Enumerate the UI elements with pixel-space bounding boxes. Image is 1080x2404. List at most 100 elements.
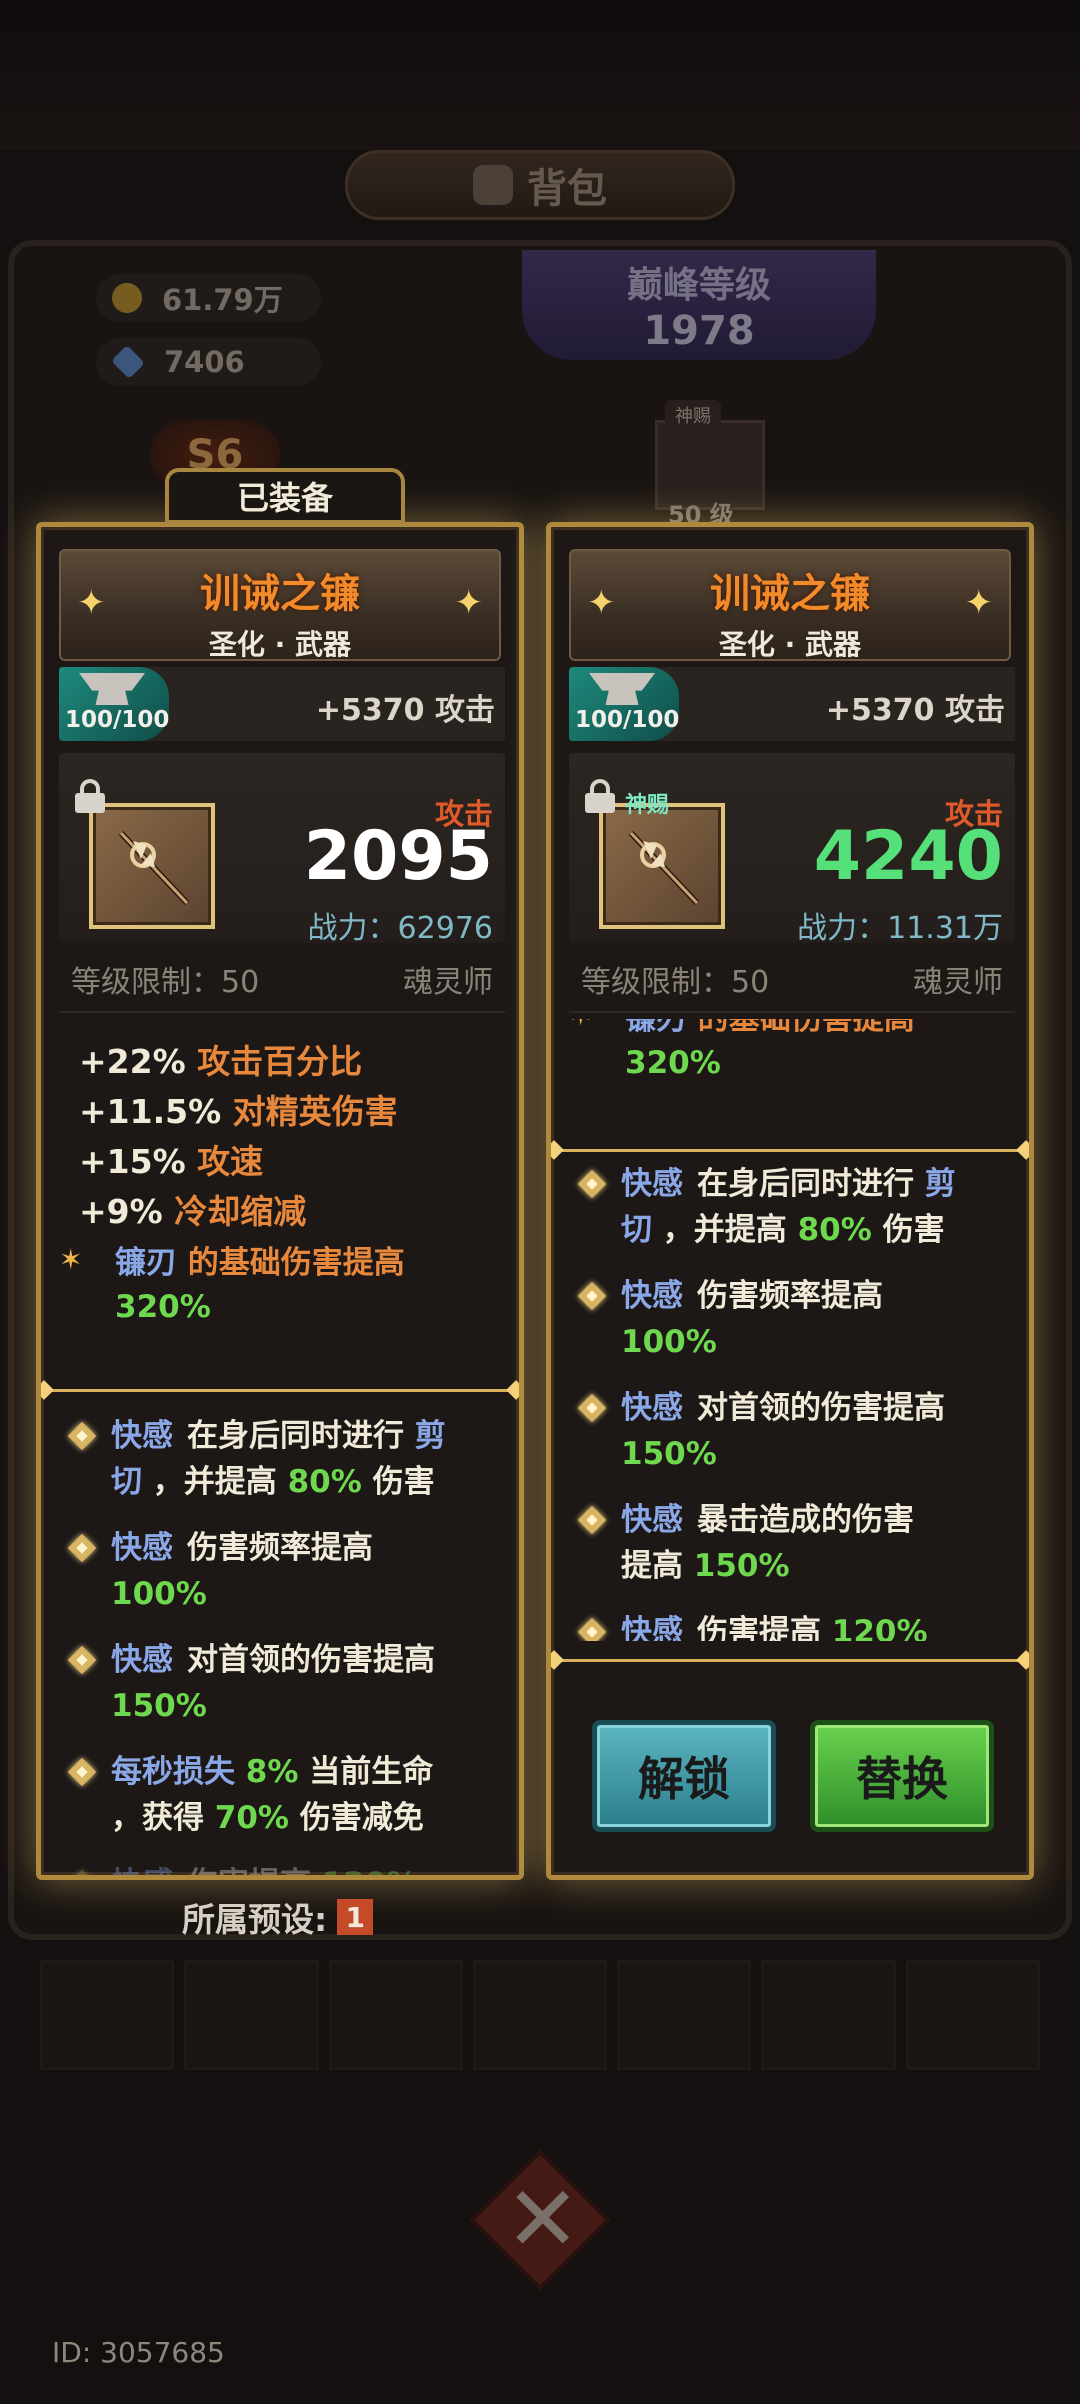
- legendary-text: 暴击造成的伤害: [697, 1502, 914, 1538]
- legendary-list: 快感 在身后同时进行 剪 切 ，并提高 80% 伤害 快感 伤害频率提高 100% …: [41, 1413, 519, 1875]
- legendary-affix: 每秒损失 8% 当前生命 ，获得 70% 伤害减免: [41, 1749, 519, 1841]
- close-icon[interactable]: ✕: [505, 2175, 580, 2265]
- gold-divider: [551, 1659, 1029, 1667]
- inventory-slot[interactable]: [40, 1960, 175, 2070]
- legendary-affix: 快感 伤害提高 120%: [41, 1861, 519, 1875]
- skill-name: 剪: [414, 1418, 446, 1454]
- legendary-tag: 快感: [111, 1866, 173, 1875]
- gem-currency: 7406: [96, 338, 321, 386]
- legendary-tag: 快感: [111, 1642, 173, 1678]
- legendary-value: 100%: [111, 1576, 207, 1612]
- legendary-list: 快感 在身后同时进行 剪 切 ，并提高 80% 伤害 快感 伤害频率提高 100% …: [551, 1161, 1029, 1641]
- affix-text: 对精英伤害: [232, 1092, 398, 1131]
- slot-tag: 神赐: [665, 400, 721, 430]
- requirement-row: 等级限制：50 魂灵师: [59, 947, 505, 1013]
- coin-icon: [112, 283, 142, 313]
- star-icon: ✶: [59, 1243, 83, 1276]
- inventory-slot[interactable]: [761, 1960, 896, 2070]
- legendary-affix: 快感伤害提高 120%: [551, 1609, 1029, 1641]
- class-requirement: 魂灵师: [403, 965, 493, 1000]
- preset-label: 所属预设:: [182, 1900, 328, 1939]
- equipped-tab: 已装备: [165, 468, 405, 524]
- diamond-icon: [67, 1645, 97, 1675]
- inventory-slot[interactable]: [184, 1960, 319, 2070]
- legendary-text: 伤害减免: [299, 1800, 424, 1836]
- legendary-text: ，并提高: [152, 1464, 277, 1500]
- skill-affix: ✶ 镰刃 的基础伤害提高 320%: [551, 1019, 1029, 1085]
- diamond-icon: [67, 1869, 97, 1875]
- legendary-tag: 快感: [621, 1166, 683, 1202]
- legendary-affix: 快感 在身后同时进行 剪 切 ，并提高 80% 伤害: [551, 1161, 1029, 1253]
- legendary-text: ，获得: [111, 1800, 204, 1836]
- skill-affix-text: 的基础伤害提高: [187, 1245, 405, 1281]
- legendary-affix: 快感 伤害频率提高 100%: [551, 1273, 1029, 1365]
- item-icon-frame: [89, 803, 215, 929]
- inventory-slot[interactable]: [617, 1960, 752, 2070]
- diamond-icon: [67, 1533, 97, 1563]
- preset-row: 所属预设: 1: [182, 1893, 374, 1941]
- skill-name: 切: [621, 1212, 652, 1248]
- lock-icon[interactable]: [75, 779, 105, 813]
- bag-title: 背包: [345, 150, 735, 220]
- sparkle-icon: ✦: [587, 583, 616, 623]
- legendary-value: 120%: [322, 1866, 418, 1875]
- legendary-affix: 快感 伤害频率提高 100%: [41, 1525, 519, 1617]
- peak-level-value: 1978: [643, 308, 755, 354]
- sparkle-icon: ✦: [964, 583, 994, 623]
- equipped-item-panel: ✦ ✦ 训诫之镰 圣化 · 武器 100/100 +5370 攻击 攻击 209…: [36, 522, 524, 1880]
- inventory-slot[interactable]: [472, 1960, 608, 2070]
- diamond-icon: [577, 1393, 607, 1423]
- skill-affix-value: 320%: [625, 1045, 721, 1081]
- legendary-tag: 每秒损失: [111, 1754, 235, 1790]
- legendary-value: 70%: [214, 1800, 289, 1836]
- affix-text: 攻速: [197, 1142, 264, 1181]
- legendary-tag: 快感: [111, 1418, 173, 1454]
- legendary-tag: 快感: [621, 1278, 683, 1314]
- requirement-row: 等级限制：50 魂灵师: [569, 947, 1015, 1013]
- affix-text: 冷却缩减: [174, 1192, 307, 1231]
- unlock-button[interactable]: 解锁: [592, 1720, 776, 1832]
- sparkle-icon: ✦: [77, 583, 106, 623]
- legendary-text: 伤害提高: [187, 1866, 311, 1875]
- forge-count: 100/100: [575, 707, 680, 733]
- lock-icon[interactable]: [585, 779, 615, 813]
- legendary-text: 伤害: [372, 1464, 435, 1500]
- diamond-icon: [577, 1281, 607, 1311]
- forge-bonus: +5370 攻击: [315, 693, 495, 728]
- attack-value: 4240: [813, 817, 1003, 896]
- inventory-slot[interactable]: [905, 1960, 1040, 2070]
- item-name-plate: ✦ ✦ 训诫之镰 圣化 · 武器: [59, 549, 501, 661]
- affix-line: +9% 冷却缩减: [41, 1187, 519, 1237]
- level-requirement: 等级限制：50: [71, 965, 260, 1000]
- item-stats: 神赐 攻击 4240 战力：11.31万: [569, 753, 1015, 946]
- affix-list: +22% 攻击百分比 +11.5% 对精英伤害 +15% 攻速 +9% 冷却缩减…: [41, 1027, 519, 1377]
- legendary-tag: 快感: [111, 1530, 173, 1566]
- item-name: 训诫之镰: [710, 571, 870, 617]
- legendary-tag: 快感: [621, 1614, 683, 1641]
- scythe-icon: [118, 830, 190, 906]
- replace-button[interactable]: 替换: [810, 1720, 994, 1832]
- legendary-text: ，并提高: [662, 1212, 787, 1248]
- item-name-plate: ✦ ✦ 训诫之镰 圣化 · 武器: [569, 549, 1011, 661]
- inventory-slot[interactable]: [328, 1960, 463, 2070]
- peak-level-label: 巅峰等级: [626, 265, 771, 306]
- legendary-affix: 快感 对首领的伤害提高 150%: [551, 1385, 1029, 1477]
- skill-affix-value: 320%: [115, 1289, 211, 1325]
- preset-badge[interactable]: 1: [337, 1899, 374, 1935]
- star-icon: ✶: [569, 1019, 592, 1032]
- bag-icon: [473, 165, 513, 205]
- legendary-text: 对首领的伤害提高: [697, 1390, 945, 1426]
- affix-value: +22%: [79, 1042, 186, 1081]
- legendary-text: 当前生命: [309, 1754, 434, 1790]
- legendary-value: 150%: [693, 1548, 790, 1584]
- affix-text: 攻击百分比: [197, 1042, 363, 1081]
- affix-value: +15%: [79, 1142, 186, 1181]
- anvil-icon: [79, 673, 145, 705]
- diamond-icon: [577, 1617, 607, 1641]
- legendary-tag: 快感: [621, 1502, 683, 1538]
- skill-name: 镰刃: [115, 1245, 177, 1281]
- forge-bar: 100/100 +5370 攻击: [569, 667, 1015, 741]
- legendary-affix: 快感 在身后同时进行 剪 切 ，并提高 80% 伤害: [41, 1413, 519, 1505]
- legendary-text: 对首领的伤害提高: [187, 1642, 435, 1678]
- scythe-icon: [628, 830, 700, 906]
